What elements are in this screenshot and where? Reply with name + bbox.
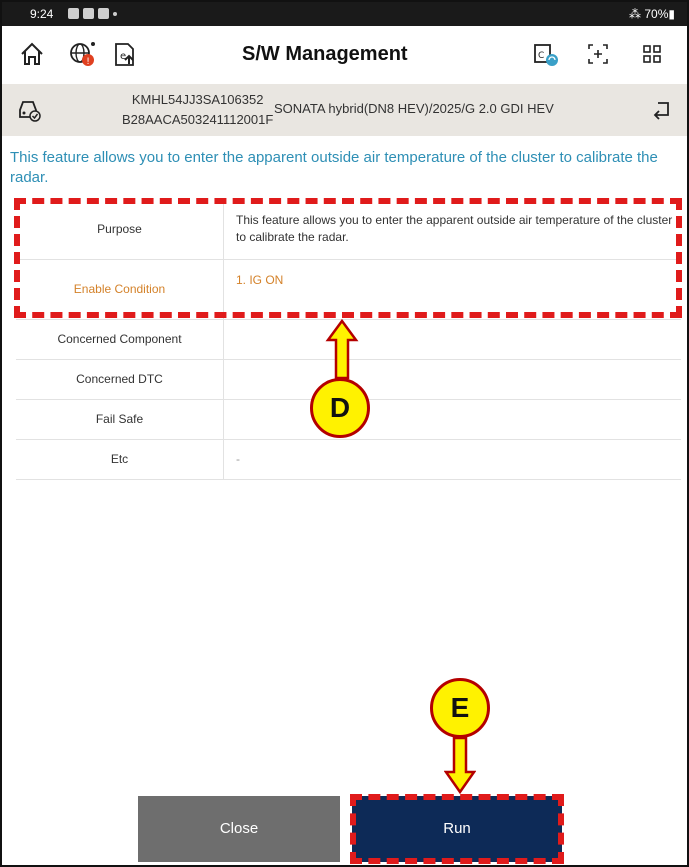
row-value-concerned-component bbox=[223, 319, 681, 360]
battery-status: ⁂ 70%▮ bbox=[629, 7, 675, 21]
vehicle-code: B28AACA503241112001F bbox=[122, 112, 274, 127]
scan-icon[interactable] bbox=[584, 40, 612, 68]
more-notifications-icon bbox=[113, 12, 117, 16]
highlight-box-e bbox=[350, 794, 564, 864]
svg-text:!: ! bbox=[86, 57, 90, 67]
close-button[interactable]: Close bbox=[138, 796, 340, 862]
calendar-icon bbox=[98, 8, 109, 19]
vin-number: KMHL54JJ3SA106352 bbox=[131, 92, 264, 107]
row-value-etc: - bbox=[223, 439, 681, 480]
svg-text:e: e bbox=[120, 51, 126, 62]
feature-description: This feature allows you to enter the app… bbox=[10, 149, 658, 186]
return-icon[interactable] bbox=[650, 98, 674, 122]
vehicle-info-bar: KMHL54JJ3SA106352 B28AACA503241112001F S… bbox=[2, 84, 687, 136]
notification-icons bbox=[68, 8, 117, 19]
globe-alert-icon[interactable]: ! bbox=[68, 40, 96, 68]
grid-menu-icon[interactable] bbox=[638, 40, 666, 68]
svg-text:C: C bbox=[538, 51, 544, 61]
highlight-box-d bbox=[14, 198, 682, 318]
row-label-concerned-component: Concerned Component bbox=[16, 319, 224, 360]
status-bar: 9:24 ⁂ 70%▮ bbox=[2, 2, 687, 26]
home-icon[interactable] bbox=[18, 40, 46, 68]
vci-connection-icon[interactable]: C bbox=[532, 40, 560, 68]
vehicle-check-icon bbox=[19, 101, 41, 122]
row-value-concerned-dtc bbox=[223, 359, 681, 400]
battery-icon: ▮ bbox=[668, 7, 675, 21]
row-value-fail-safe bbox=[223, 399, 681, 440]
gallery-icon bbox=[68, 8, 79, 19]
vehicle-model: SONATA hybrid(DN8 HEV)/2025/G 2.0 GDI HE… bbox=[274, 101, 554, 116]
battery-level: 70% bbox=[644, 7, 669, 21]
signal-icon: ⁂ bbox=[629, 7, 645, 21]
annotation-marker-d: D bbox=[310, 378, 370, 438]
table-row: Etc - bbox=[16, 439, 681, 480]
upload-document-icon[interactable]: e bbox=[110, 40, 138, 68]
row-label-etc: Etc bbox=[16, 439, 224, 480]
row-label-fail-safe: Fail Safe bbox=[16, 399, 224, 440]
keyboard-icon bbox=[83, 8, 94, 19]
vehicle-identifiers: KMHL54JJ3SA106352 B28AACA503241112001F bbox=[122, 90, 273, 130]
annotation-marker-e: E bbox=[430, 678, 490, 738]
arrow-down-icon bbox=[444, 736, 476, 794]
header-toolbar: ! e S/W Management C bbox=[2, 26, 687, 84]
row-label-concerned-dtc: Concerned DTC bbox=[16, 359, 224, 400]
arrow-up-icon bbox=[325, 318, 359, 380]
page-title: S/W Management bbox=[242, 43, 408, 65]
status-time: 9:24 bbox=[30, 7, 54, 21]
